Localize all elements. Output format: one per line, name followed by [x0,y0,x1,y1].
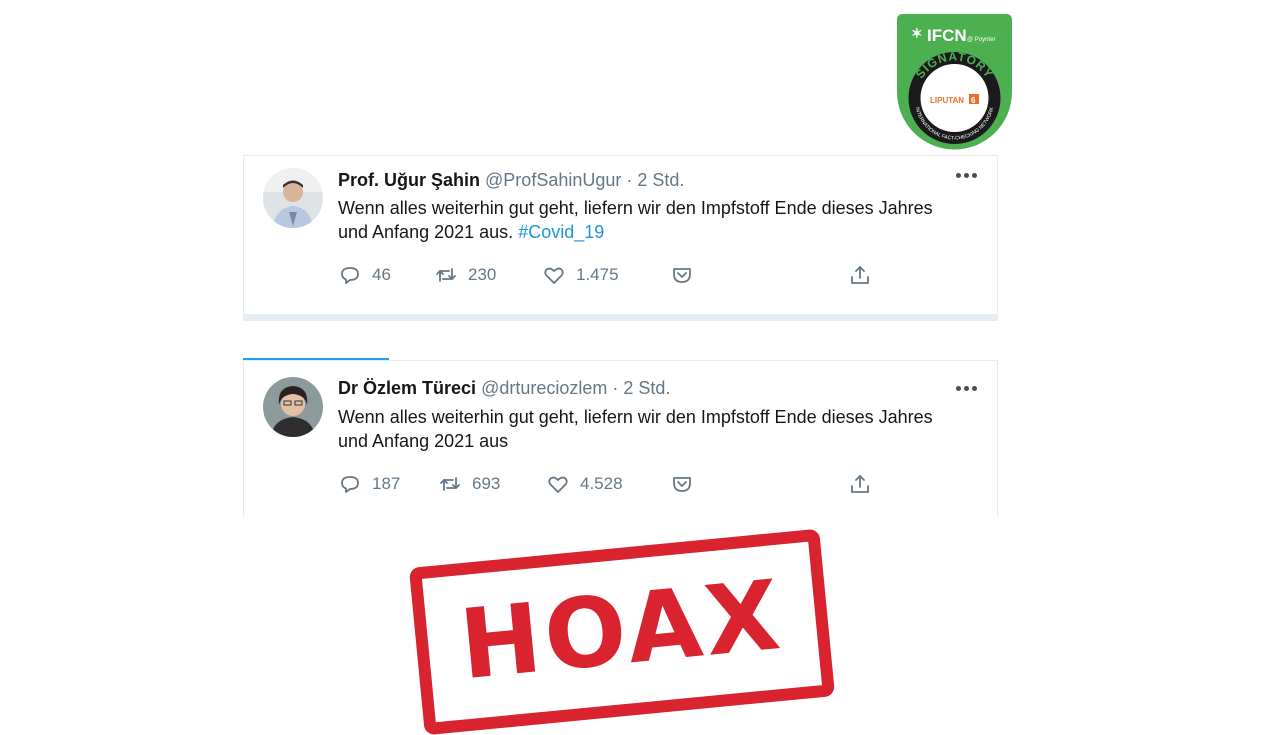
like-count: 4.528 [580,474,623,493]
tweet-body: Wenn alles weiterhin gut geht, liefern w… [338,407,933,451]
avatar[interactable] [263,377,323,437]
timestamp[interactable]: 2 Std. [637,170,684,190]
retweet-button[interactable]: 693 [438,471,500,497]
share-icon [851,475,869,493]
tweet-header: Prof. Uğur Şahin @ProfSahinUgur · 2 Std. [338,170,684,191]
heart-icon [548,476,568,493]
reply-count: 46 [372,265,391,284]
svg-text:✶: ✶ [911,25,923,41]
tweet-text: Wenn alles weiterhin gut geht, liefern w… [338,196,958,244]
retweet-button[interactable]: 230 [434,262,496,288]
reply-icon [341,476,359,493]
tweet-card[interactable]: Prof. Uğur Şahin @ProfSahinUgur · 2 Std.… [243,155,998,321]
pocket-icon [673,477,691,492]
hoax-stamp: HOAX [408,528,836,735]
tweet-actions: 187 693 4.528 [338,471,898,497]
save-button[interactable] [670,471,694,497]
separator-dot: · [626,170,633,190]
svg-text:6: 6 [971,96,976,105]
retweet-icon [440,477,460,491]
tweet-body: Wenn alles weiterhin gut geht, liefern w… [338,198,933,242]
retweet-count: 230 [468,265,497,284]
reply-count: 187 [372,474,401,493]
tweet-header: Dr Özlem Türeci @drtureciozlem · 2 Std. [338,378,670,399]
like-button[interactable]: 4.528 [546,471,623,497]
tweet-card[interactable]: Dr Özlem Türeci @drtureciozlem · 2 Std. … [243,360,998,518]
more-options-icon[interactable] [955,170,977,180]
reply-icon [341,267,359,284]
save-button[interactable] [670,262,694,288]
share-button[interactable] [848,471,872,497]
like-count: 1.475 [576,265,619,284]
svg-text:IFCN: IFCN [927,26,967,45]
user-name[interactable]: Prof. Uğur Şahin [338,170,480,190]
reply-button[interactable]: 46 [338,262,391,288]
more-options-icon[interactable] [955,383,977,393]
hashtag-link[interactable]: #Covid_19 [518,222,604,242]
svg-text:LIPUTAN: LIPUTAN [930,96,964,105]
tweet-actions: 46 230 1.475 [338,262,898,288]
retweet-count: 693 [472,474,501,493]
user-name[interactable]: Dr Özlem Türeci [338,378,476,398]
tweet-text: Wenn alles weiterhin gut geht, liefern w… [338,405,958,453]
retweet-icon [436,268,456,282]
heart-icon [544,267,564,284]
reply-button[interactable]: 187 [338,471,400,497]
share-icon [851,266,869,284]
ifcn-signatory-badge: ✶ IFCN @ Poynter SIGNATORY INTERNATIONAL… [897,14,1012,156]
share-button[interactable] [848,262,872,288]
timestamp[interactable]: 2 Std. [623,378,670,398]
like-button[interactable]: 1.475 [542,262,619,288]
avatar[interactable] [263,168,323,228]
separator-dot: · [612,378,619,398]
svg-text:@ Poynter: @ Poynter [967,37,995,43]
pocket-icon [673,268,691,283]
user-handle[interactable]: @ProfSahinUgur [485,170,621,190]
user-handle[interactable]: @drtureciozlem [481,378,607,398]
